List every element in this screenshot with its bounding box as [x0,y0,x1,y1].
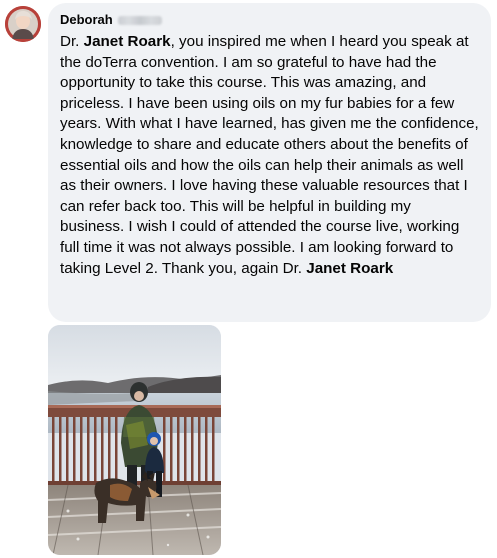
photo-image [48,325,221,555]
mention-tag[interactable]: Janet Roark [84,33,171,50]
comment-text: Dr. Janet Roark, you inspired me when I … [60,32,479,279]
comment-photo-attachment[interactable] [48,325,221,555]
author-first-name[interactable]: Deborah [60,11,113,29]
comment-text-part: Dr. [60,33,84,50]
comment-bubble: Deborah Dr. Janet Roark, you inspired me… [48,3,491,322]
comment-author[interactable]: Deborah [60,11,479,29]
comment-text-part: , you inspired me when I heard you speak… [60,33,479,277]
author-last-name-obscured [117,16,162,25]
mention-tag[interactable]: Janet Roark [306,260,393,277]
avatar-photo [5,6,41,42]
author-avatar[interactable] [5,6,41,42]
